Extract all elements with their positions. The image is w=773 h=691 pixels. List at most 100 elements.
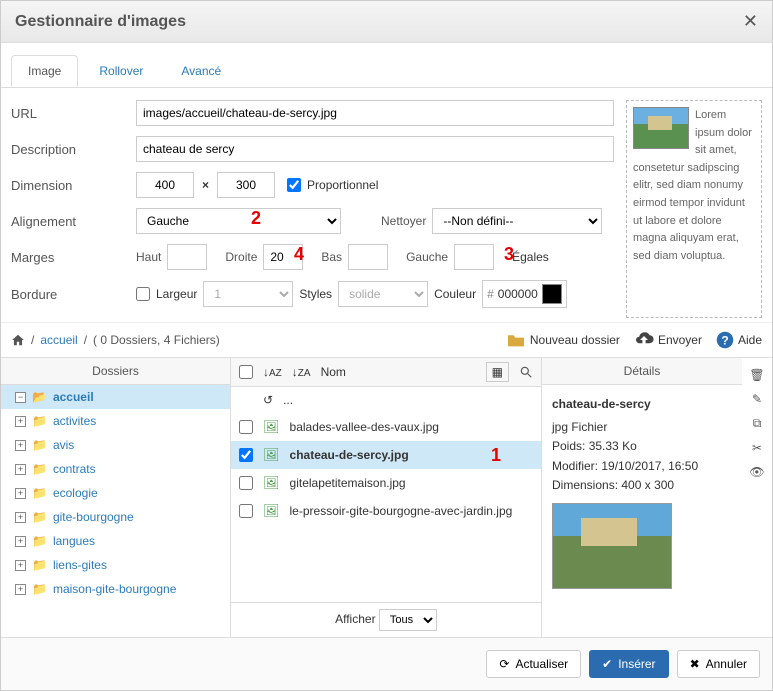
border-width-select[interactable]: 1 xyxy=(203,281,293,307)
sidebar-folder-avis[interactable]: +📁avis xyxy=(1,433,230,457)
label-top: Haut xyxy=(136,250,161,264)
expand-icon[interactable]: + xyxy=(15,464,26,475)
back-icon: ↺ xyxy=(263,393,273,407)
expand-icon[interactable]: + xyxy=(15,512,26,523)
sidebar-folder-maison-gite-bourgogne[interactable]: +📁maison-gite-bourgogne xyxy=(1,577,230,601)
margin-left-input[interactable] xyxy=(454,244,494,270)
label-alignment: Alignement xyxy=(11,214,136,229)
help-button[interactable]: ? Aide xyxy=(716,331,762,349)
folder-icon: 📁 xyxy=(32,558,47,572)
insert-button[interactable]: ✔ Insérer xyxy=(589,650,668,678)
label-color: Couleur xyxy=(434,287,476,301)
tab-advanced[interactable]: Avancé xyxy=(164,55,238,87)
folder-icon: 📁 xyxy=(32,510,47,524)
tab-rollover[interactable]: Rollover xyxy=(82,55,160,87)
breadcrumb-folder[interactable]: accueil xyxy=(40,333,77,347)
file-checkbox[interactable] xyxy=(239,448,253,462)
show-label: Afficher xyxy=(335,612,375,626)
image-file-icon: 🖼 xyxy=(263,503,280,519)
file-row[interactable]: 🖼 le-pressoir-gite-bourgogne-avec-jardin.… xyxy=(231,497,541,525)
details-header: Détails xyxy=(542,358,742,385)
preview-box: Lorem ipsum dolor sit amet, consetetur s… xyxy=(626,100,762,318)
label-proportional: Proportionnel xyxy=(307,178,378,192)
svg-text:?: ? xyxy=(721,334,728,348)
file-row[interactable]: 🖼balades-vallee-des-vaux.jpg xyxy=(231,413,541,441)
label-width: Largeur xyxy=(156,287,197,301)
file-checkbox[interactable] xyxy=(239,476,253,490)
label-left: Gauche xyxy=(406,250,448,264)
details-modified: 19/10/2017, 16:50 xyxy=(601,459,698,473)
name-header[interactable]: Nom xyxy=(321,365,346,379)
search-icon[interactable] xyxy=(519,365,533,379)
border-style-select[interactable]: solide xyxy=(338,281,428,307)
cancel-icon: ✖ xyxy=(690,657,700,671)
label-url: URL xyxy=(11,106,136,121)
file-row[interactable]: 🖼gitelapetitemaison.jpg xyxy=(231,469,541,497)
file-checkbox[interactable] xyxy=(239,504,253,518)
border-checkbox[interactable] xyxy=(136,287,150,301)
sidebar-folder-contrats[interactable]: +📁contrats xyxy=(1,457,230,481)
clean-select[interactable]: --Non défini-- xyxy=(432,208,602,234)
sort-desc-icon[interactable]: ↓ZA xyxy=(292,365,311,379)
home-icon[interactable] xyxy=(11,333,25,347)
edit-icon[interactable]: ✎ xyxy=(752,392,762,406)
breadcrumb-info: ( 0 Dossiers, 4 Fichiers) xyxy=(93,333,220,347)
sidebar-folder-liens-gites[interactable]: + 📁 liens-gites xyxy=(1,553,230,577)
folder-label: accueil xyxy=(53,390,94,404)
file-name: balades-vallee-des-vaux.jpg xyxy=(290,420,533,434)
expand-icon[interactable]: + xyxy=(15,536,26,547)
help-icon: ? xyxy=(716,331,734,349)
select-all-checkbox[interactable] xyxy=(239,365,253,379)
expand-icon[interactable]: + xyxy=(15,440,26,451)
folder-icon: 📂 xyxy=(32,390,47,404)
tab-image[interactable]: Image xyxy=(11,55,78,87)
view-icon[interactable]: 👁 xyxy=(749,465,764,479)
description-input[interactable] xyxy=(136,136,614,162)
copy-icon[interactable]: ⧉ xyxy=(753,416,762,431)
margin-top-input[interactable] xyxy=(167,244,207,270)
parent-dir-row[interactable]: ↺ ... xyxy=(231,387,541,413)
url-input[interactable] xyxy=(136,100,614,126)
width-input[interactable] xyxy=(136,172,194,198)
alignment-select[interactable]: Gauche xyxy=(136,208,341,234)
color-swatch[interactable] xyxy=(542,284,562,304)
show-select[interactable]: Tous xyxy=(379,609,437,631)
expand-icon[interactable]: + xyxy=(15,560,26,571)
folder-icon xyxy=(506,332,526,348)
label-clean: Nettoyer xyxy=(381,214,426,228)
sidebar-folder-activites[interactable]: +📁activites xyxy=(1,409,230,433)
marker-2: 2 xyxy=(251,208,261,229)
folder-label: gite-bourgogne xyxy=(53,510,134,524)
close-icon[interactable]: ✕ xyxy=(743,11,758,32)
height-input[interactable] xyxy=(217,172,275,198)
expand-icon[interactable]: + xyxy=(15,584,26,595)
expand-icon[interactable]: − xyxy=(15,392,26,403)
expand-icon[interactable]: + xyxy=(15,416,26,427)
margin-bottom-input[interactable] xyxy=(348,244,388,270)
sidebar-folder-gite-bourgogne[interactable]: + 📁 gite-bourgogne xyxy=(1,505,230,529)
refresh-icon: ⟳ xyxy=(499,657,509,671)
sidebar-folder-langues[interactable]: + 📁 langues xyxy=(1,529,230,553)
expand-icon[interactable]: + xyxy=(15,488,26,499)
folder-icon: 📁 xyxy=(32,534,47,548)
folder-label: contrats xyxy=(53,462,96,476)
file-checkbox[interactable] xyxy=(239,420,253,434)
view-grid-icon[interactable]: ▦ xyxy=(486,362,509,382)
delete-icon[interactable]: 🗑 xyxy=(749,368,764,382)
breadcrumb-sep: / xyxy=(84,333,87,347)
file-name: le-pressoir-gite-bourgogne-avec-jardin.j… xyxy=(290,504,533,518)
upload-button[interactable]: Envoyer xyxy=(634,332,702,348)
proportional-checkbox[interactable] xyxy=(287,178,301,192)
upload-icon xyxy=(634,332,654,348)
folder-label: liens-gites xyxy=(53,558,107,572)
cut-icon[interactable]: ✂ xyxy=(752,441,762,455)
file-row[interactable]: 🖼chateau-de-sercy.jpg1 xyxy=(231,441,541,469)
cancel-button[interactable]: ✖ Annuler xyxy=(677,650,760,678)
new-folder-button[interactable]: Nouveau dossier xyxy=(506,332,620,348)
folder-label: langues xyxy=(53,534,95,548)
sidebar-folder-ecologie[interactable]: +📁ecologie xyxy=(1,481,230,505)
sidebar-folder-accueil[interactable]: −📂 accueil xyxy=(1,385,230,409)
sort-asc-icon[interactable]: ↓AZ xyxy=(263,365,282,379)
refresh-button[interactable]: ⟳ Actualiser xyxy=(486,650,581,678)
details-type: jpg Fichier xyxy=(552,418,732,437)
